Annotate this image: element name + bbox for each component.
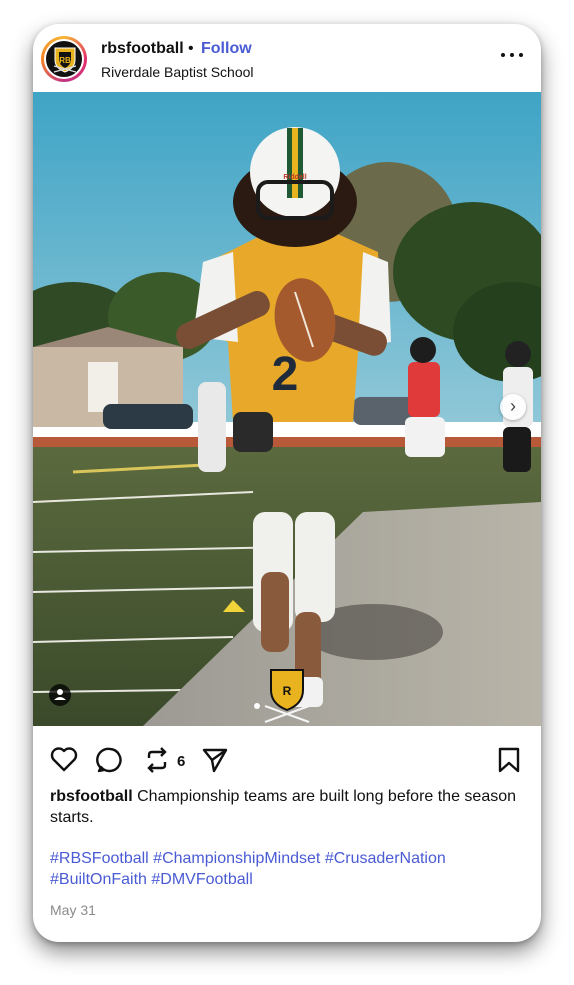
separator-dot: •	[188, 40, 194, 57]
comment-icon[interactable]	[96, 746, 124, 774]
heart-icon[interactable]	[50, 746, 78, 772]
hashtags-line-2[interactable]: #BuiltOnFaith #DMVFootball	[50, 869, 530, 890]
hashtags-line-1[interactable]: #RBSFootball #ChampionshipMindset #Crusa…	[50, 848, 530, 869]
username[interactable]: rbsfootball	[101, 40, 184, 58]
avatar[interactable]: RB	[41, 36, 87, 82]
post-date: May 31	[50, 902, 96, 918]
svg-text:RB: RB	[59, 56, 71, 65]
svg-text:R: R	[283, 684, 292, 698]
user-tags-icon[interactable]	[49, 684, 71, 706]
post-header: RB rbsfootball • Follow Riverdale Baptis…	[33, 24, 541, 92]
repost-count: 6	[177, 753, 186, 770]
helmet-brand: Riddell	[283, 174, 306, 181]
more-horizontal-icon[interactable]	[501, 50, 523, 60]
send-icon[interactable]	[201, 746, 229, 774]
carousel-indicator	[254, 703, 260, 709]
bookmark-icon[interactable]	[497, 746, 521, 774]
action-bar: 6	[33, 726, 541, 786]
post-card: RB rbsfootball • Follow Riverdale Baptis…	[33, 24, 541, 942]
post-image[interactable]: 2 Riddell R ›	[33, 92, 541, 726]
location-label[interactable]: Riverdale Baptist School	[101, 64, 254, 80]
next-image-button[interactable]: ›	[500, 394, 526, 420]
caption-username[interactable]: rbsfootball	[50, 788, 133, 805]
hashtags: #RBSFootball #ChampionshipMindset #Crusa…	[50, 848, 530, 890]
post-caption: rbsfootball Championship teams are built…	[50, 786, 530, 828]
repost-icon[interactable]	[143, 746, 171, 774]
school-logo-icon: RB	[44, 39, 84, 79]
follow-button[interactable]: Follow	[201, 40, 252, 58]
